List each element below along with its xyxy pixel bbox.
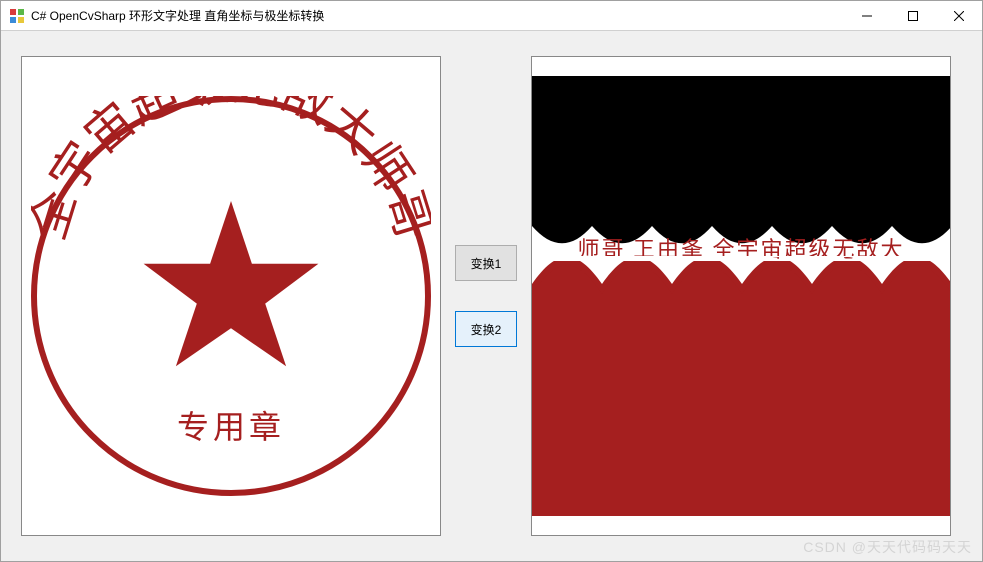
transform1-button[interactable]: 变换1 xyxy=(455,245,517,281)
window-controls xyxy=(844,1,982,30)
unwrapped-black-region xyxy=(532,76,950,206)
titlebar-left: C# OpenCvSharp 环形文字处理 直角坐标与极坐标转换 xyxy=(9,7,324,24)
titlebar: C# OpenCvSharp 环形文字处理 直角坐标与极坐标转换 xyxy=(1,1,982,31)
client-area: 全宇宙超级无敌大师哥 专用章 变换1 变换2 师哥 㠪由 xyxy=(1,31,982,561)
app-icon xyxy=(9,8,25,24)
seal-stamp: 全宇宙超级无敌大师哥 专用章 xyxy=(31,96,431,496)
source-image-panel: 全宇宙超级无敌大师哥 专用章 xyxy=(21,56,441,536)
watermark-text: CSDN @天天代码码天天 xyxy=(803,537,972,557)
close-button[interactable] xyxy=(936,1,982,30)
minimize-button[interactable] xyxy=(844,1,890,30)
seal-bottom-text: 专用章 xyxy=(177,402,285,448)
star-icon xyxy=(136,192,326,382)
scallop-white-gap xyxy=(532,256,951,306)
maximize-button[interactable] xyxy=(890,1,936,30)
window-title: C# OpenCvSharp 环形文字处理 直角坐标与极坐标转换 xyxy=(31,7,324,24)
transform-buttons: 变换1 变换2 xyxy=(455,245,517,347)
result-image-panel: 师哥 㠪由夆 全宇宙超级无敌大 xyxy=(531,56,951,536)
main-window: C# OpenCvSharp 环形文字处理 直角坐标与极坐标转换 xyxy=(0,0,983,562)
unwrapped-image: 师哥 㠪由夆 全宇宙超级无敌大 xyxy=(532,76,950,516)
transform2-button[interactable]: 变换2 xyxy=(455,311,517,347)
